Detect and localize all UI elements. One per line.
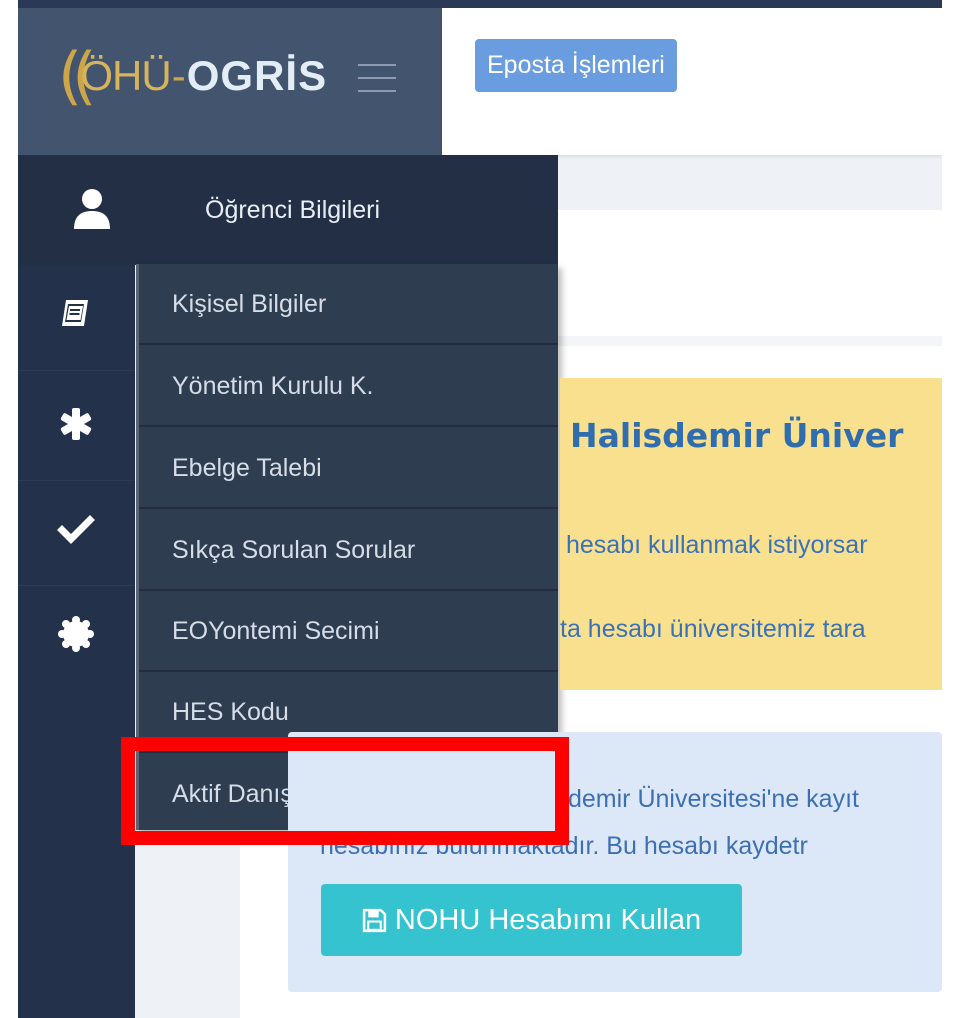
ogris-logo[interactable]: (( ÖHÜ - OGRİS — [58, 28, 338, 124]
submenu-item-label: Sıkça Sorulan Sorular — [172, 536, 416, 564]
submenu-item-label: Kişisel Bilgiler — [172, 290, 327, 318]
nohu-hesabimi-kullan-button[interactable]: NOHU Hesabımı Kullan — [321, 884, 742, 956]
hamburger-menu-icon[interactable] — [358, 64, 396, 96]
user-icon — [74, 189, 110, 229]
submenu-item-sikca-sorulan-sorular[interactable]: Sıkça Sorulan Sorular — [139, 510, 558, 591]
right-edge — [942, 0, 957, 1018]
info-text: demir Üniversitesi'ne kayıt — [568, 785, 859, 813]
warning-text: hesabı kullanmak istiyorsar — [566, 531, 868, 559]
submenu-item-label: Ebelge Talebi — [172, 454, 322, 482]
highlight-box — [121, 737, 569, 845]
strip-divider — [18, 480, 135, 481]
submenu-item-ebelge-talebi[interactable]: Ebelge Talebi — [139, 428, 558, 509]
floppy-disk-icon — [362, 908, 387, 932]
submenu-item-eoyontemi-secimi[interactable]: EOYontemi Secimi — [139, 591, 558, 672]
warning-title: Halisdemir Üniver — [570, 416, 904, 455]
ogrenci-bilgileri-menu[interactable]: Öğrenci Bilgileri — [18, 155, 558, 265]
logo-dash: - — [171, 52, 186, 99]
badge-icon[interactable] — [50, 608, 102, 660]
submenu-item-label: EOYontemi Secimi — [172, 617, 380, 645]
check-icon[interactable] — [50, 504, 102, 556]
warning-text: ta hesabı üniversitemiz tara — [560, 615, 866, 643]
book-icon[interactable] — [50, 288, 102, 340]
ogrenci-bilgileri-label: Öğrenci Bilgileri — [205, 196, 381, 224]
top-bar — [18, 0, 942, 8]
eposta-islemleri-button[interactable]: Eposta İşlemleri — [475, 39, 677, 92]
submenu-item-yonetim-kurulu[interactable]: Yönetim Kurulu K. — [139, 346, 558, 427]
asterisk-icon[interactable] — [50, 398, 102, 450]
strip-divider — [18, 370, 135, 371]
strip-divider — [18, 585, 135, 586]
logo-ohu-text: ÖHÜ — [80, 52, 171, 99]
logo-ogris-text: OGRİS — [186, 52, 328, 99]
submenu-item-label: Yönetim Kurulu K. — [172, 372, 374, 400]
submenu-item-kisisel-bilgiler[interactable]: Kişisel Bilgiler — [139, 264, 558, 345]
nohu-button-label: NOHU Hesabımı Kullan — [394, 903, 702, 936]
